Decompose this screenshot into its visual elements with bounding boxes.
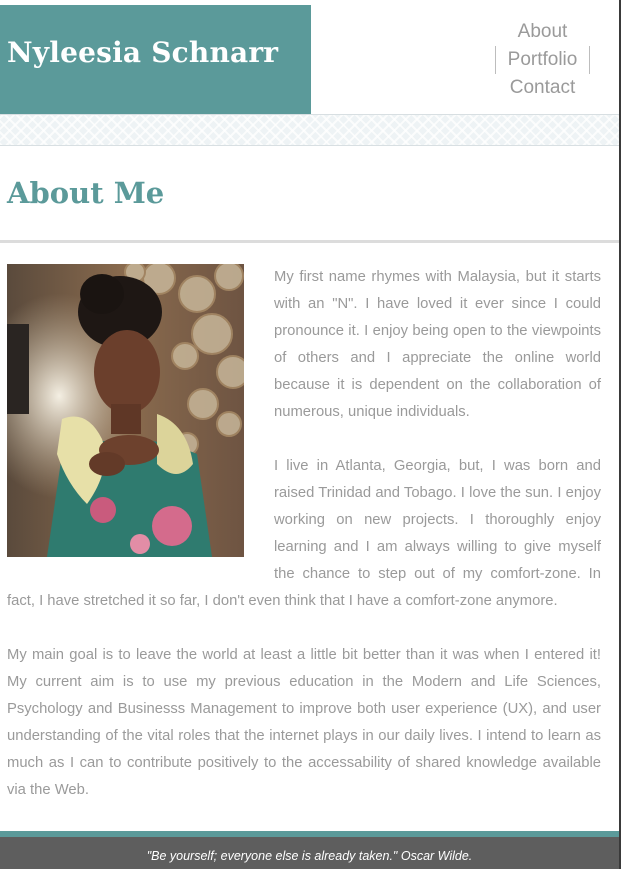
nav-item-about[interactable]: About (495, 18, 590, 46)
about-content: My first name rhymes with Malaysia, but … (7, 264, 601, 804)
about-paragraph-3: My main goal is to leave the world at le… (7, 647, 601, 798)
footer-quote: "Be yourself; everyone else is already t… (146, 849, 473, 863)
profile-photo (7, 264, 244, 557)
decorative-pattern-strip (0, 114, 619, 146)
brand-block[interactable]: Nyleesia Schnarr (0, 5, 311, 114)
site-header: Nyleesia Schnarr About Portfolio Contact (0, 0, 619, 114)
nav-item-contact[interactable]: Contact (495, 74, 590, 102)
site-footer: "Be yourself; everyone else is already t… (0, 837, 619, 869)
main-nav: About Portfolio Contact (495, 18, 590, 102)
nav-item-portfolio[interactable]: Portfolio (495, 46, 590, 74)
page: Nyleesia Schnarr About Portfolio Contact… (0, 0, 621, 869)
site-title: Nyleesia Schnarr (7, 36, 279, 69)
title-divider (0, 240, 619, 243)
page-title: About Me (7, 176, 165, 210)
